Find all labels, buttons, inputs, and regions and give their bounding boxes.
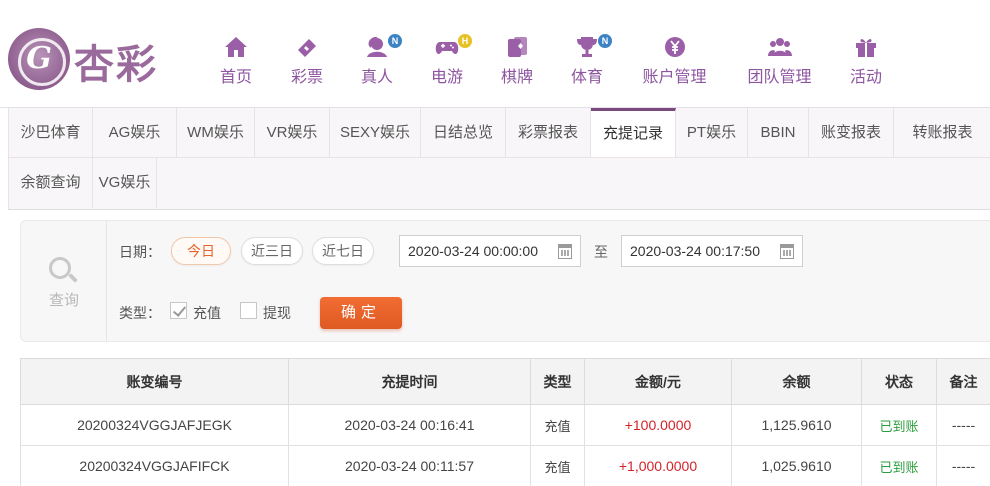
table-row: 20200324VGGJAFIFCK 2020-03-24 00:11:57 充… — [20, 445, 990, 486]
new-badge: N — [388, 34, 402, 48]
calendar-icon[interactable] — [558, 244, 572, 259]
column-header: 类型 — [530, 358, 585, 405]
tab-vr[interactable]: VR娱乐 — [255, 108, 330, 158]
calendar-icon[interactable] — [780, 244, 794, 259]
nav-item-lottery[interactable]: 彩票 — [272, 0, 342, 108]
live-dealer-icon: N — [364, 34, 402, 60]
team-icon — [767, 36, 793, 60]
record-id: 20200324VGGJAFIFCK — [20, 445, 289, 486]
nav-item-home[interactable]: 首页 — [200, 0, 272, 108]
home-icon — [223, 36, 249, 60]
range-today-button[interactable]: 今日 — [171, 237, 231, 265]
record-type: 充值 — [530, 445, 585, 486]
tab-lottery-report[interactable]: 彩票报表 — [506, 108, 591, 158]
column-header: 状态 — [861, 358, 937, 405]
tab-daily-overview[interactable]: 日结总览 — [421, 108, 506, 158]
records-table: 账变编号 充提时间 类型 金额/元 余额 状态 备注 20200324VGGJA… — [20, 358, 990, 486]
column-header: 充提时间 — [288, 358, 531, 405]
record-amount: +1,000.0000 — [584, 445, 732, 486]
start-date-input[interactable]: 2020-03-24 00:00:00 — [399, 235, 581, 267]
query-section-label: 查询 — [21, 221, 107, 341]
tab-balance-change-report[interactable]: 账变报表 — [809, 108, 894, 158]
tab-deposit-withdraw-records[interactable]: 充提记录 — [591, 108, 676, 158]
table-header-row: 账变编号 充提时间 类型 金额/元 余额 状态 备注 — [20, 358, 990, 405]
gift-icon — [853, 36, 879, 60]
brand-logo[interactable]: G 杏彩 — [8, 28, 158, 90]
confirm-button[interactable]: 确定 — [320, 297, 402, 329]
table-row: 20200324VGGJAFJEGK 2020-03-24 00:16:41 充… — [20, 404, 990, 446]
record-balance: 1,125.9610 — [731, 404, 862, 446]
record-note: ----- — [936, 445, 990, 486]
tab-ag[interactable]: AG娱乐 — [93, 108, 177, 158]
range-7days-button[interactable]: 近七日 — [312, 237, 374, 265]
gamepad-icon: H — [434, 34, 472, 60]
nav-item-team[interactable]: 团队管理 — [727, 0, 832, 108]
record-id: 20200324VGGJAFJEGK — [20, 404, 289, 446]
withdraw-checkbox-label: 提现 — [263, 305, 291, 321]
nav-item-promotions[interactable]: 活动 — [832, 0, 900, 108]
deposit-checkbox[interactable] — [170, 302, 187, 319]
column-header: 金额/元 — [584, 358, 732, 405]
main-nav: 首页 彩票 N 真人 H 电游 棋牌 N 体育 账户管理 团队管理 活动 — [200, 0, 900, 108]
tab-saba-sports[interactable]: 沙巴体育 — [9, 108, 93, 158]
top-header: G 杏彩 首页 彩票 N 真人 H 电游 棋牌 N 体育 账户管理 团队管理 活… — [0, 0, 990, 108]
record-status: 已到账 — [861, 445, 937, 486]
nav-item-sports[interactable]: N 体育 — [552, 0, 622, 108]
trophy-icon: N — [574, 34, 612, 60]
cards-icon — [504, 36, 530, 60]
yen-coin-icon — [662, 36, 688, 60]
record-note: ----- — [936, 404, 990, 446]
logo-emblem-icon: G — [8, 28, 70, 90]
record-type: 充值 — [530, 404, 585, 446]
type-label: 类型： — [119, 305, 161, 321]
tab-wm[interactable]: WM娱乐 — [177, 108, 255, 158]
tab-pt[interactable]: PT娱乐 — [676, 108, 748, 158]
hot-badge: H — [458, 34, 472, 48]
range-3days-button[interactable]: 近三日 — [241, 237, 303, 265]
record-time: 2020-03-24 00:16:41 — [288, 404, 531, 446]
nav-item-chess-cards[interactable]: 棋牌 — [482, 0, 552, 108]
column-header: 备注 — [936, 358, 990, 405]
deposit-checkbox-label: 充值 — [193, 305, 221, 321]
nav-item-egames[interactable]: H 电游 — [412, 0, 482, 108]
tab-transfer-report[interactable]: 转账报表 — [894, 108, 990, 158]
column-header: 余额 — [731, 358, 862, 405]
record-amount: +100.0000 — [584, 404, 732, 446]
tab-balance-query[interactable]: 余额查询 — [9, 158, 93, 208]
report-tabs: 沙巴体育 AG娱乐 WM娱乐 VR娱乐 SEXY娱乐 日结总览 彩票报表 充提记… — [8, 108, 990, 210]
end-date-input[interactable]: 2020-03-24 00:17:50 — [621, 235, 803, 267]
brand-name: 杏彩 — [74, 41, 158, 88]
withdraw-checkbox[interactable] — [240, 302, 257, 319]
record-balance: 1,025.9610 — [731, 445, 862, 486]
column-header: 账变编号 — [20, 358, 289, 405]
nav-item-live-casino[interactable]: N 真人 — [342, 0, 412, 108]
tab-bbin[interactable]: BBIN — [748, 108, 809, 158]
to-label: 至 — [594, 244, 608, 260]
record-status: 已到账 — [861, 404, 937, 446]
date-label: 日期： — [119, 244, 161, 260]
tab-vg[interactable]: VG娱乐 — [93, 158, 157, 208]
nav-item-account[interactable]: 账户管理 — [622, 0, 727, 108]
record-time: 2020-03-24 00:11:57 — [288, 445, 531, 486]
lottery-ticket-icon — [294, 36, 320, 60]
query-panel: 查询 日期： 今日 近三日 近七日 2020-03-24 00:00:00 至 … — [20, 220, 990, 342]
search-icon — [49, 257, 78, 285]
new-badge: N — [598, 34, 612, 48]
tab-sexy[interactable]: SEXY娱乐 — [330, 108, 421, 158]
